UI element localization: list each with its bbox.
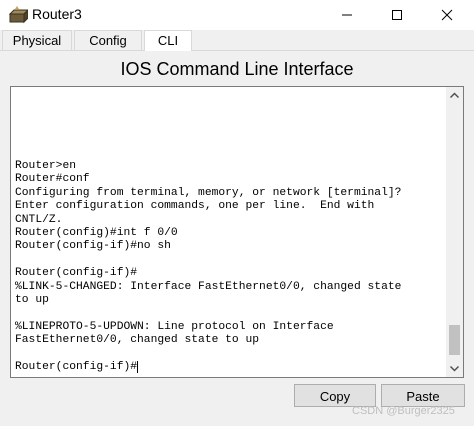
tab-bar: Physical Config CLI (0, 30, 474, 51)
terminal-line: Router>en (15, 160, 77, 172)
copy-button[interactable]: Copy (294, 384, 376, 407)
terminal-line: Enter configuration commands, one per li… (15, 200, 375, 213)
maximize-button[interactable] (374, 0, 420, 30)
chevron-down-icon (449, 365, 460, 372)
close-button[interactable] (424, 0, 470, 30)
tab-config[interactable]: Config (74, 30, 142, 50)
window-title: Router3 (32, 6, 82, 22)
page-title: IOS Command Line Interface (120, 59, 354, 79)
title-bar: Router3 (0, 0, 474, 30)
minimize-icon (342, 14, 352, 16)
chevron-up-icon (449, 92, 460, 99)
terminal-line: %LINEPROTO-5-UPDOWN: Line protocol on In… (15, 320, 334, 333)
maximize-icon (392, 10, 402, 20)
scroll-up-button[interactable] (446, 87, 463, 104)
paste-button[interactable]: Paste (381, 384, 465, 407)
cli-terminal[interactable]: Router>en Router#conf Configuring from t… (10, 86, 464, 378)
terminal-line: to up (15, 294, 49, 307)
terminal-line: FastEthernet0/0, changed state to up (15, 334, 260, 347)
terminal-line: Configuring from terminal, memory, or ne… (15, 186, 402, 199)
close-icon (441, 9, 453, 21)
tab-physical[interactable]: Physical (2, 30, 72, 50)
terminal-line: Router(config)#int f 0/0 (15, 227, 178, 240)
scroll-down-button[interactable] (446, 360, 463, 377)
terminal-line: %LINK-5-CHANGED: Interface FastEthernet0… (15, 280, 402, 293)
terminal-output[interactable]: Router>en Router#conf Configuring from t… (15, 160, 445, 375)
watermark: CSDN @Burger2325 (352, 405, 455, 417)
vertical-scrollbar[interactable] (446, 87, 463, 377)
terminal-line: CNTL/Z. (15, 213, 63, 226)
minimize-button[interactable] (324, 0, 370, 30)
text-cursor (137, 361, 145, 374)
router-icon (8, 5, 30, 25)
terminal-line: Router#conf (15, 173, 90, 186)
scroll-thumb[interactable] (449, 325, 460, 355)
terminal-line: Router(config-if)#no sh (15, 240, 171, 253)
tab-cli[interactable]: CLI (144, 30, 192, 51)
terminal-line: Router(config-if)# (15, 267, 138, 280)
terminal-prompt-line: Router(config-if)# (15, 361, 138, 374)
